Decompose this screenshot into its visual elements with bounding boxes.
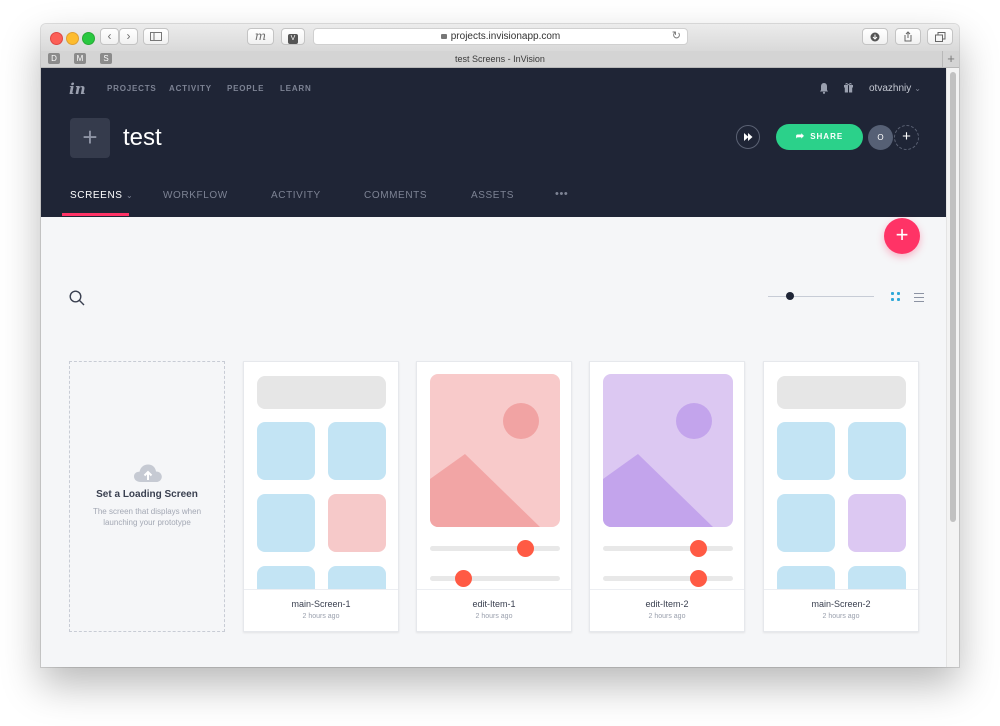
chevron-down-icon: ⌄ [125, 191, 134, 200]
tab-workflow[interactable]: WORKFLOW [163, 190, 228, 201]
grid-view-icon[interactable] [891, 292, 901, 302]
loading-screen-placeholder[interactable]: Set a Loading Screen The screen that dis… [69, 361, 225, 632]
chevron-down-icon: ⌄ [914, 84, 921, 93]
project-header: in PROJECTS ACTIVITY PEOPLE LEARN otvazh… [41, 68, 947, 217]
browser-titlebar: ‹ › m V projects.invisionapp.com ↻ [41, 24, 959, 52]
screen-name[interactable]: edit-Item-1 [417, 599, 571, 609]
tab-screens[interactable]: SCREENS ⌄ [70, 190, 133, 201]
user-menu[interactable]: otvazhniy ⌄ [869, 83, 921, 94]
loading-screen-title: Set a Loading Screen [96, 489, 198, 500]
tab-activity[interactable]: ACTIVITY [271, 190, 321, 201]
share-icon[interactable] [895, 28, 921, 45]
add-screen-button[interactable]: + [884, 218, 920, 254]
nav-people[interactable]: PEOPLE [227, 84, 264, 93]
list-view-icon[interactable] [914, 292, 924, 302]
url-text: projects.invisionapp.com [450, 31, 561, 42]
screen-card-main-screen-2[interactable]: main-Screen-2 2 hours ago [763, 361, 919, 632]
screen-thumbnail [590, 362, 744, 589]
screen-card-edit-item-2[interactable]: edit-Item-2 2 hours ago [589, 361, 745, 632]
share-arrow-icon: ➦ [795, 131, 806, 142]
screen-card-footer: main-Screen-1 2 hours ago [244, 589, 398, 631]
lock-icon [440, 34, 447, 39]
back-icon[interactable]: ‹ [100, 28, 119, 45]
zoom-slider-track[interactable] [768, 296, 874, 297]
loading-screen-description: The screen that displays when launching … [92, 507, 202, 527]
sidebar-icon[interactable] [143, 28, 169, 45]
screen-card-footer: main-Screen-2 2 hours ago [764, 589, 918, 631]
tabs-icon[interactable] [927, 28, 953, 45]
avatar[interactable]: O [868, 125, 893, 150]
close-window-button[interactable] [50, 32, 63, 45]
nav-learn[interactable]: LEARN [280, 84, 312, 93]
screen-card-footer: edit-Item-2 2 hours ago [590, 589, 744, 631]
reload-icon[interactable]: ↻ [672, 29, 681, 44]
share-button[interactable]: ➦ SHARE [776, 124, 863, 150]
bell-icon[interactable] [819, 82, 829, 94]
nav-projects[interactable]: PROJECTS [107, 84, 157, 93]
screen-name[interactable]: edit-Item-2 [590, 599, 744, 609]
active-tab-indicator [62, 213, 129, 216]
notes-icon[interactable]: m [247, 28, 274, 45]
zoom-slider-handle[interactable] [786, 292, 794, 300]
screen-name[interactable]: main-Screen-1 [244, 599, 398, 609]
screen-thumbnail [417, 362, 571, 589]
download-icon[interactable] [862, 28, 888, 45]
new-tab-button[interactable]: + [942, 51, 959, 67]
cloud-upload-icon [134, 464, 162, 482]
invision-logo[interactable]: in [69, 80, 86, 98]
screen-card-footer: edit-Item-1 2 hours ago [417, 589, 571, 631]
invision-app: in PROJECTS ACTIVITY PEOPLE LEARN otvazh… [41, 68, 947, 667]
project-avatar-add[interactable]: + [70, 118, 110, 158]
browser-tab-title[interactable]: test Screens - InVision [41, 51, 959, 67]
screen-thumbnail [244, 362, 398, 589]
screen-timestamp: 2 hours ago [822, 613, 860, 620]
screen-timestamp: 2 hours ago [475, 613, 513, 620]
add-member-button[interactable]: + [894, 125, 919, 150]
project-title[interactable]: test [123, 124, 162, 152]
screen-card-main-screen-1[interactable]: main-Screen-1 2 hours ago [243, 361, 399, 632]
search-icon[interactable] [69, 290, 85, 306]
screen-card-edit-item-1[interactable]: edit-Item-1 2 hours ago [416, 361, 572, 632]
gift-icon[interactable] [843, 82, 854, 93]
tab-assets[interactable]: ASSETS [471, 190, 514, 201]
minimize-window-button[interactable] [66, 32, 79, 45]
scrollbar-thumb[interactable] [950, 72, 956, 522]
screen-thumbnail [764, 362, 918, 589]
page-scrollbar[interactable] [946, 68, 959, 667]
v-icon[interactable]: V [281, 28, 305, 45]
share-label: SHARE [810, 132, 844, 141]
bookmarks-bar: D M S test Screens - InVision + [41, 51, 959, 68]
tab-screens-label: SCREENS [70, 190, 123, 201]
username: otvazhniy [869, 83, 912, 94]
address-bar[interactable]: projects.invisionapp.com ↻ [313, 28, 688, 45]
play-forward-icon [744, 133, 753, 141]
tab-comments[interactable]: COMMENTS [364, 190, 427, 201]
browser-window: ‹ › m V projects.invisionapp.com ↻ D M S… [41, 24, 959, 667]
more-tabs-icon[interactable]: ••• [555, 188, 568, 200]
screen-timestamp: 2 hours ago [302, 613, 340, 620]
screen-timestamp: 2 hours ago [648, 613, 686, 620]
maximize-window-button[interactable] [82, 32, 95, 45]
nav-activity[interactable]: ACTIVITY [169, 84, 212, 93]
preview-button[interactable] [736, 125, 760, 149]
forward-icon[interactable]: › [119, 28, 138, 45]
screen-name[interactable]: main-Screen-2 [764, 599, 918, 609]
